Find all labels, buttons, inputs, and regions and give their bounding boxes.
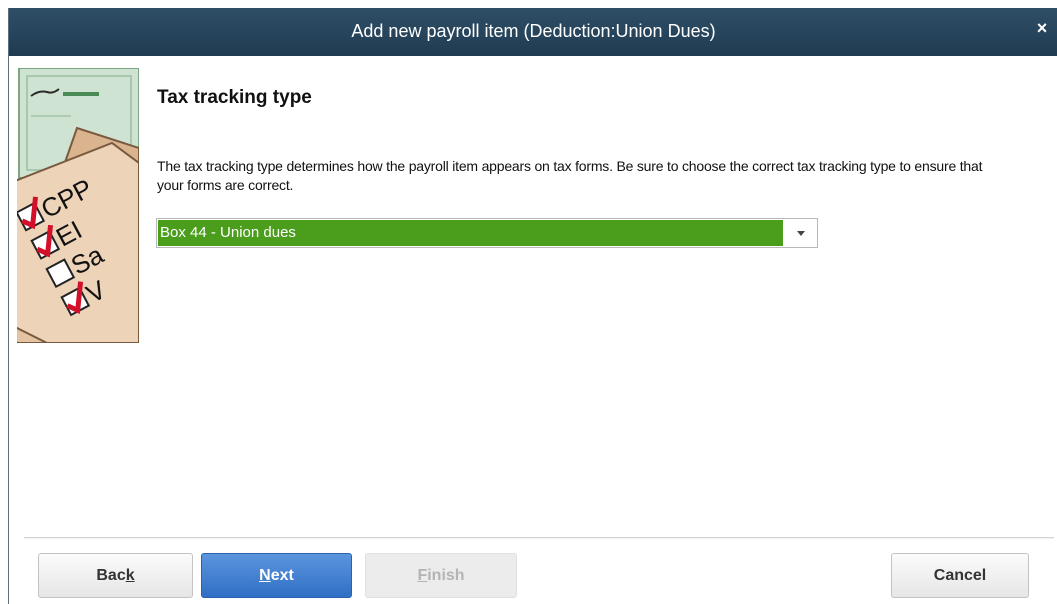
next-label: ext: [270, 567, 294, 584]
title-bar: Add new payroll item (Deduction:Union Du…: [9, 8, 1057, 56]
description-text: The tax tracking type determines how the…: [157, 158, 983, 193]
back-button[interactable]: Back: [38, 553, 193, 598]
tax-checklist-icon: CPP EI Sa V: [17, 68, 139, 343]
back-mnemonic: k: [125, 567, 135, 584]
footer-divider: [24, 537, 1054, 539]
cancel-button[interactable]: Cancel: [891, 553, 1029, 598]
finish-button[interactable]: Finish: [365, 553, 517, 598]
chevron-down-icon[interactable]: [785, 220, 817, 246]
close-icon[interactable]: ×: [1030, 16, 1054, 40]
next-button[interactable]: Next: [201, 553, 352, 598]
section-heading: Tax tracking type: [157, 87, 312, 108]
tax-checklist-illustration: CPP EI Sa V: [17, 68, 139, 343]
payroll-item-wizard-window: Add new payroll item (Deduction:Union Du…: [8, 8, 1057, 604]
window-title: Add new payroll item (Deduction:Union Du…: [351, 21, 716, 41]
tax-tracking-type-value[interactable]: Box 44 - Union dues: [158, 220, 783, 246]
next-mnemonic: N: [259, 567, 271, 584]
finish-mnemonic: F: [417, 567, 428, 584]
back-label: Bac: [96, 567, 126, 584]
finish-label: inish: [427, 567, 465, 584]
tax-tracking-type-select[interactable]: Box 44 - Union dues: [156, 218, 818, 248]
